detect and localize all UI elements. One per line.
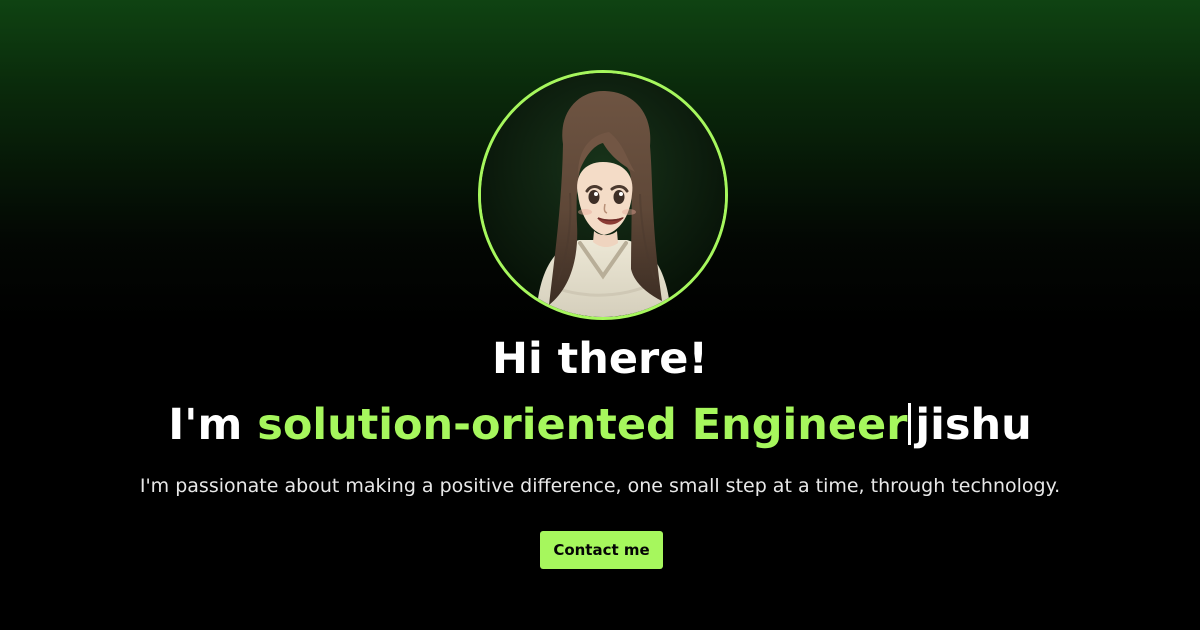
greeting-heading: Hi there! (491, 334, 708, 384)
hero-tagline: I'm passionate about making a positive d… (139, 475, 1061, 497)
intro-heading: I'm solution-oriented Engineer jishu (0, 397, 1200, 453)
contact-me-button[interactable]: Contact me (540, 531, 663, 569)
person-name: jishu (915, 400, 1032, 450)
profile-avatar (478, 70, 728, 320)
intro-prefix: I'm (168, 400, 258, 450)
hero-section: Hi there! I'm solution-oriented Engineer… (0, 0, 1200, 630)
role-text: solution-oriented Engineer (257, 400, 908, 450)
typing-cursor (908, 403, 912, 445)
anime-portrait-image (481, 73, 725, 317)
